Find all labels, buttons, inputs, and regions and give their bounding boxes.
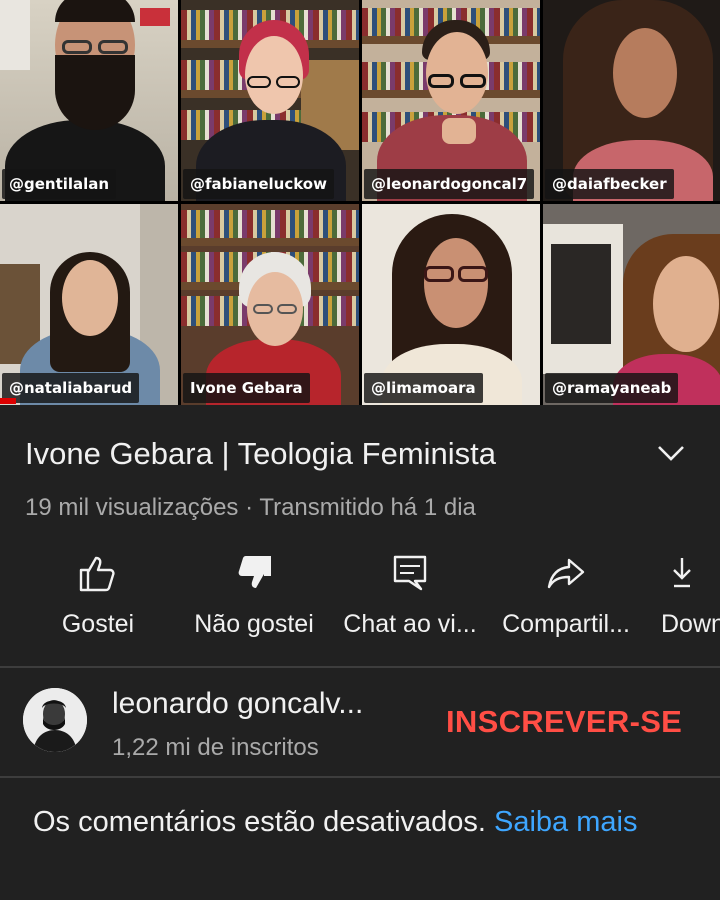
divider (0, 776, 720, 778)
chat-icon (389, 552, 431, 594)
video-player[interactable]: @gentilalan @fabianeluckow @leonardogonc… (0, 0, 720, 405)
participant-name: @fabianeluckow (183, 169, 334, 199)
subscriber-count: 1,22 mi de inscritos (112, 734, 319, 761)
action-bar: Gostei Não gostei Chat ao vi... Comparti… (0, 540, 720, 665)
video-meta: 19 mil visualizações · Transmitido há 1 … (25, 494, 476, 521)
divider (0, 666, 720, 668)
share-icon (545, 552, 587, 594)
live-chat-label: Chat ao vi... (343, 610, 477, 638)
like-label: Gostei (61, 610, 135, 638)
participant-tile: @daiafbecker (543, 0, 720, 201)
participant-tile: Ivone Gebara (181, 204, 359, 405)
learn-more-link[interactable]: Saiba mais (494, 806, 637, 838)
subscribe-button[interactable]: INSCREVER-SE (446, 704, 682, 740)
participant-tile: @limamoara (362, 204, 540, 405)
dislike-label: Não gostei (194, 610, 314, 638)
chevron-down-icon[interactable] (652, 438, 690, 468)
participant-name: @nataliabarud (2, 373, 140, 403)
participant-name: @daiafbecker (545, 169, 674, 199)
download-label: Down (661, 610, 720, 638)
participant-name: @gentilalan (2, 169, 117, 199)
participant-tile: @gentilalan (0, 0, 178, 201)
dislike-button[interactable]: Não gostei (183, 540, 325, 660)
thumbs-down-icon (233, 552, 275, 594)
video-title[interactable]: Ivone Gebara | Teologia Feminista (25, 436, 496, 472)
participant-tile: @nataliabarud (0, 204, 178, 405)
comments-disabled-notice: Os comentários estão desativados. Saiba … (33, 803, 683, 841)
participant-tile: @fabianeluckow (181, 0, 359, 201)
participant-tile: @leonardogoncal7 (362, 0, 540, 201)
channel-name[interactable]: leonardo goncalv... (112, 687, 363, 721)
share-button[interactable]: Compartil... (493, 540, 639, 660)
participant-name: @leonardogoncal7 (364, 169, 535, 199)
participant-tile: @ramayaneab (543, 204, 720, 405)
comments-disabled-text: Os comentários estão desativados. (33, 806, 495, 838)
thumbs-up-icon (77, 552, 119, 594)
share-label: Compartil... (502, 610, 630, 638)
participant-name: @ramayaneab (545, 373, 679, 403)
participant-name: Ivone Gebara (183, 373, 310, 403)
channel-avatar[interactable] (23, 688, 87, 752)
like-button[interactable]: Gostei (38, 540, 158, 660)
live-chat-button[interactable]: Chat ao vi... (335, 540, 485, 660)
participant-name: @limamoara (364, 373, 483, 403)
download-button[interactable]: Down (658, 540, 720, 660)
progress-bar[interactable] (0, 398, 16, 404)
download-icon (672, 552, 714, 594)
